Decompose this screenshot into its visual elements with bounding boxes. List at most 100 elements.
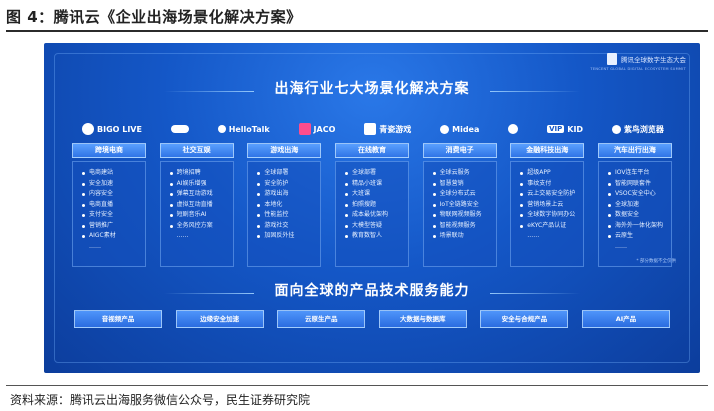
product-chip: AI产品: [581, 310, 670, 328]
product-chip: 安全与合规产品: [480, 310, 569, 328]
solution-column: 游戏出海 全球部署 安全防护 游戏出海 本地化 性能监控 游戏社交 加固反外挂: [247, 143, 322, 267]
logo-text: KID: [567, 124, 584, 134]
logo-bigo: BIGO LIVE: [82, 123, 142, 135]
brand-text: 腾讯全球数字生态大会: [621, 56, 686, 64]
brand-subtitle: TENCENT GLOBAL DIGITAL ECOSYSTEM SUMMIT: [590, 67, 686, 71]
list-item: AIGC素材: [82, 231, 145, 242]
hellotalk-logo-icon: [217, 125, 226, 133]
brand-logo-icon: [607, 53, 617, 65]
list-item: 大班课: [344, 189, 408, 200]
footnote: * 部分数据不全仅供: [636, 259, 676, 264]
list-item: 智慧营销: [432, 179, 496, 190]
ziniao-logo-icon: [611, 124, 621, 134]
list-more: ……: [527, 232, 540, 239]
column-header: 在线教育: [334, 143, 409, 158]
list-item: 安全防护: [257, 179, 320, 190]
top-rule: [6, 30, 708, 32]
solution-column: 消费电子 全球云服务 智慧营销 全球分布式云 IoT全链路安全 物联网视频服务 …: [422, 143, 497, 267]
column-body: 全球部署 安全防护 游戏出海 本地化 性能监控 游戏社交 加固反外挂: [247, 161, 322, 267]
logo-text: HelloTalk: [228, 124, 270, 134]
logo-hellotalk: HelloTalk: [217, 124, 270, 134]
logo-text: Midea: [452, 124, 480, 134]
list-item: 物联网视频服务: [432, 210, 496, 221]
list-item: 成本最优架构: [344, 210, 408, 221]
logo-text: JACO: [313, 124, 336, 134]
list-item: eKYC产品认证: [520, 221, 583, 232]
logo-text: BIGO LIVE: [97, 124, 142, 134]
logo-jaco: JACO: [298, 123, 336, 135]
list-item: 云上交易安全防护: [520, 189, 583, 200]
column-header: 游戏出海: [247, 143, 322, 158]
list-item: 全球部署: [344, 168, 408, 179]
logo-text: 紫鸟浏览器: [623, 124, 664, 134]
solution-column: 汽车出行出海 IOV连车平台 智能网联套件 VSOC安全中心 全球加速 数据安全…: [597, 143, 672, 267]
solution-column: 在线教育 全球部署 精品小班课 大班课 拍照搜题 成本最优架构 大模型答疑 教育…: [334, 143, 409, 267]
brand: 腾讯全球数字生态大会: [607, 53, 686, 65]
bottom-rule: [6, 385, 708, 386]
solution-columns: 跨境电商 电商建站 安全加速 内容安全 电商直播 支付安全 营销推广 AIGC素…: [72, 143, 672, 267]
list-item: 海外外一体化架构: [607, 221, 671, 232]
solution-column: 金融科技出海 超级APP 事纹支付 云上交易安全防护 营销场景上云 全球数字协同…: [510, 143, 585, 267]
list-item: 虚拟互动直播: [169, 200, 233, 211]
product-chip: 大数据与数据库: [378, 310, 467, 328]
jaco-logo-icon: [298, 123, 311, 135]
product-chip: 云原生产品: [277, 310, 366, 328]
column-body: 全球部署 精品小班课 大班课 拍照搜题 成本最优架构 大模型答疑 教育数智人: [334, 161, 409, 267]
column-header: 金融科技出海: [510, 143, 585, 158]
figure-title: 图 4：腾讯云《企业出海场景化解决方案》: [6, 8, 302, 26]
logo-ziniao: 紫鸟浏览器: [611, 124, 664, 135]
vip-badge-icon: VIP: [547, 125, 565, 133]
list-item: IoT全链路安全: [432, 200, 496, 211]
swirl-logo-icon: [170, 125, 189, 133]
list-item: 拍照搜题: [344, 200, 408, 211]
section-title-capabilities: 面向全球的产品技术服务能力: [274, 283, 470, 299]
list-item: 电商直播: [82, 200, 145, 211]
list-item: AI娱乐增强: [169, 179, 233, 190]
product-chip: 边缘安全加速: [175, 310, 264, 328]
bigo-logo-icon: [82, 123, 94, 135]
list-item: 全球部署: [257, 168, 320, 179]
column-header: 跨境电商: [72, 143, 146, 158]
list-item: 教育数智人: [344, 231, 408, 242]
list-item: 全球加速: [607, 200, 671, 211]
column-header: 社交互娱: [159, 143, 234, 158]
list-item: 营销推广: [82, 221, 145, 232]
list-item: 弹幕互动游戏: [169, 189, 233, 200]
decor-line-left: [164, 91, 254, 92]
list-more: ……: [176, 232, 189, 239]
product-row: 音视频产品 边缘安全加速 云原生产品 大数据与数据库 安全与合规产品 AI产品: [74, 310, 670, 328]
list-item: 智能视频服务: [432, 221, 496, 232]
product-chip: 音视频产品: [74, 310, 162, 328]
list-item: 精品小班课: [344, 179, 408, 190]
list-item: 全球云服务: [432, 168, 496, 179]
solution-column: 跨境电商 电商建站 安全加速 内容安全 电商直播 支付安全 营销推广 AIGC素…: [72, 143, 146, 267]
column-body: 跨境招聘 AI娱乐增强 弹幕互动游戏 虚拟互动直播 短剧音乐AI 全务风控方案 …: [159, 161, 234, 267]
column-body: 全球云服务 智慧营销 全球分布式云 IoT全链路安全 物联网视频服务 智能视频服…: [422, 161, 497, 267]
section-title-solutions: 出海行业七大场景化解决方案: [274, 81, 470, 97]
qingci-logo-icon: [364, 123, 377, 135]
list-item: 数据安全: [607, 210, 671, 221]
list-item: 全球分布式云: [432, 189, 496, 200]
column-header: 消费电子: [422, 143, 497, 158]
list-item: 加固反外挂: [257, 231, 320, 242]
logo-qingci: 青瓷游戏: [364, 123, 411, 135]
list-more: ……: [89, 242, 101, 250]
list-item: 跨境招聘: [169, 168, 233, 179]
solution-column: 社交互娱 跨境招聘 AI娱乐增强 弹幕互动游戏 虚拟互动直播 短剧音乐AI 全务…: [159, 143, 234, 267]
decor-line-left-2: [164, 293, 254, 294]
list-item: 全务风控方案: [169, 221, 233, 232]
list-item: 全球数字协同办公: [520, 210, 583, 221]
slide-image: 腾讯全球数字生态大会 TENCENT GLOBAL DIGITAL ECOSYS…: [44, 43, 700, 373]
list-item: 事纹支付: [520, 179, 583, 190]
list-item: 电商建站: [82, 168, 145, 179]
list-item: 内容安全: [82, 189, 145, 200]
list-item: 游戏社交: [257, 221, 320, 232]
list-item: 大模型答疑: [344, 221, 408, 232]
logo-vipkid: VIP KID: [547, 125, 583, 134]
list-item: IOV连车平台: [607, 168, 671, 179]
decor-line-right-2: [490, 293, 580, 294]
list-item: VSOC安全中心: [607, 189, 671, 200]
list-item: 场景联动: [432, 231, 496, 242]
list-item: 超级APP: [520, 168, 583, 179]
column-body: 超级APP 事纹支付 云上交易安全防护 营销场景上云 全球数字协同办公 eKYC…: [510, 161, 585, 267]
